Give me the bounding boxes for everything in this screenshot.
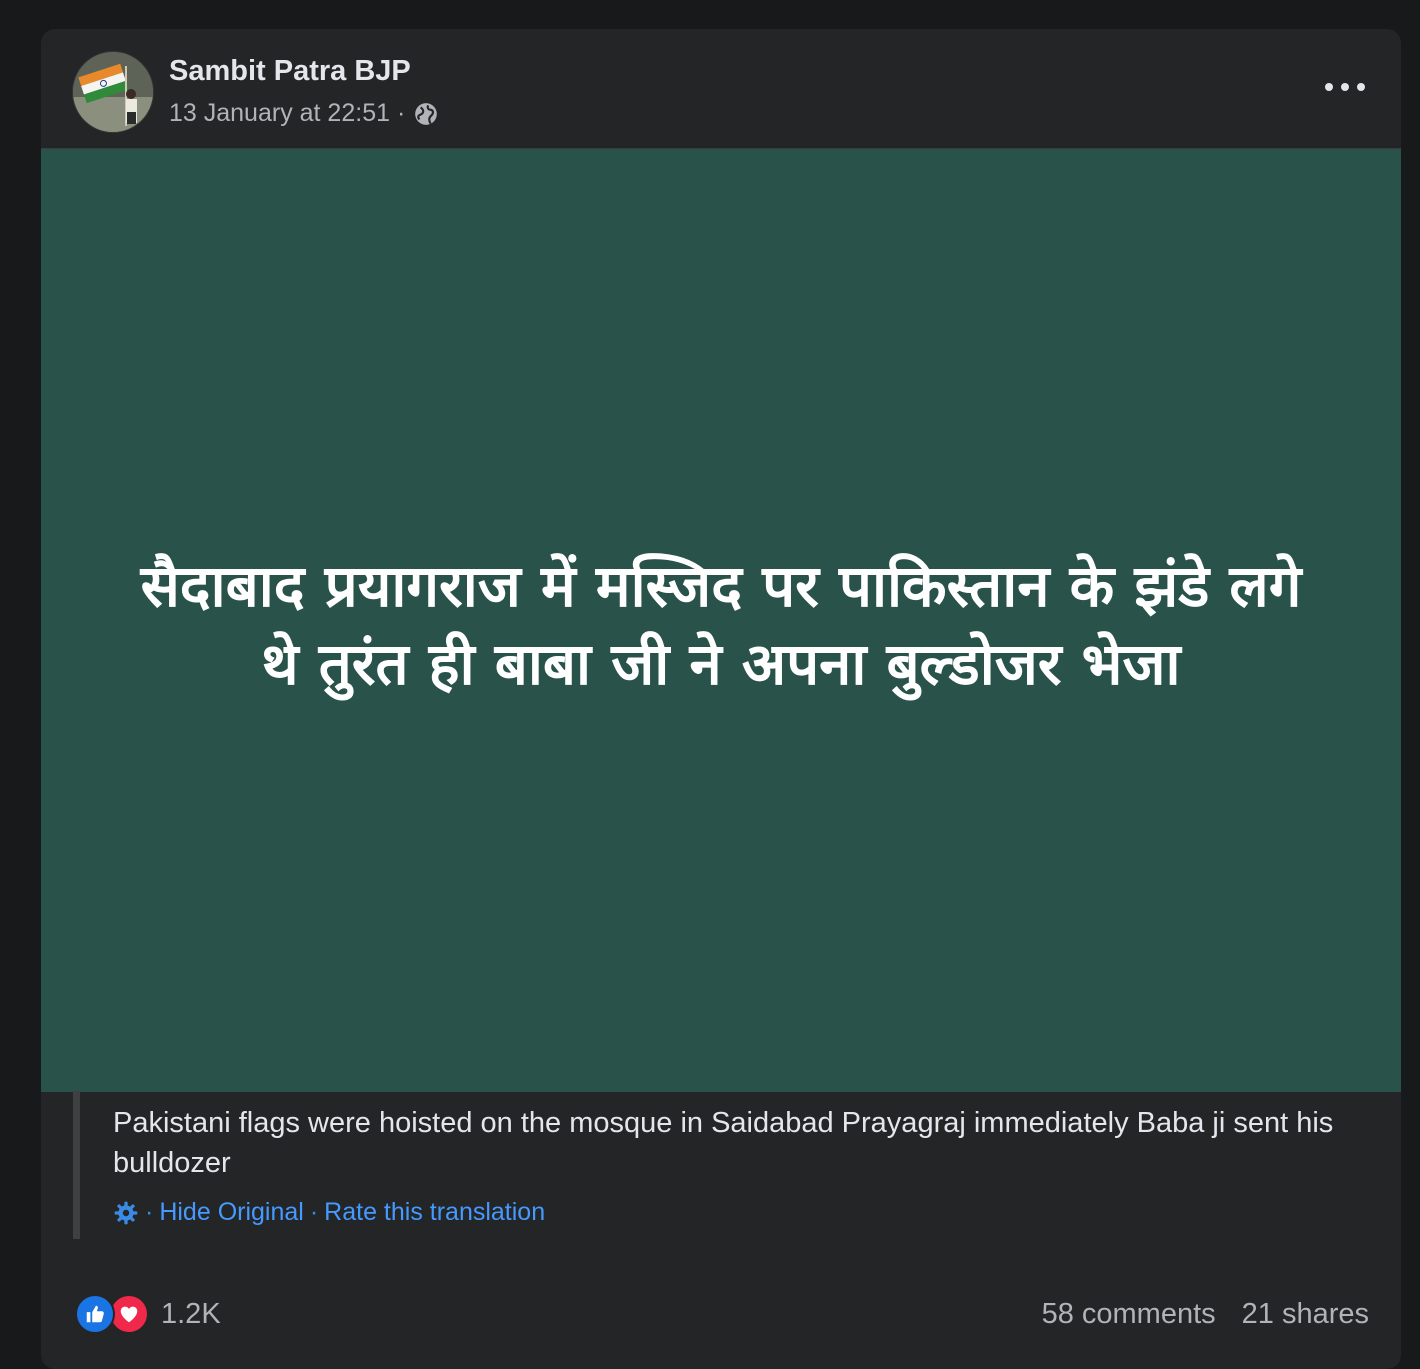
translation-block: Pakistani flags were hoisted on the mosq… (73, 1091, 1380, 1239)
post-header: Sambit Patra BJP 13 January at 22:51 · (41, 29, 1401, 148)
author-name[interactable]: Sambit Patra BJP (169, 55, 411, 88)
love-icon (109, 1294, 149, 1334)
translated-text: Pakistani flags were hoisted on the mosq… (113, 1107, 1334, 1179)
more-dot (1341, 83, 1349, 91)
post-image[interactable]: सैदाबाद प्रयागराज में मस्जिद पर पाकिस्ता… (41, 148, 1401, 1092)
like-icon (75, 1294, 115, 1334)
translation-links: · Hide Original · Rate this translation (113, 1198, 545, 1227)
rate-translation-link[interactable]: Rate this translation (324, 1198, 545, 1227)
post-footer: 1.2K 58 comments 21 shares (41, 1284, 1401, 1344)
post-timestamp[interactable]: 13 January at 22:51 · (169, 99, 405, 128)
comments-count[interactable]: 58 comments (1042, 1298, 1216, 1331)
link-separator: · (145, 1198, 154, 1226)
link-separator: · (309, 1198, 319, 1226)
globe-icon[interactable] (413, 101, 439, 127)
shares-count[interactable]: 21 shares (1242, 1298, 1369, 1331)
avatar-image (73, 52, 153, 132)
post-meta: 13 January at 22:51 · (169, 99, 439, 128)
more-options-icon[interactable] (1325, 75, 1365, 99)
image-text: सैदाबाद प्रयागराज में मस्जिद पर पाकिस्ता… (91, 547, 1351, 703)
author-avatar[interactable] (73, 52, 153, 132)
image-text-line-2: थे तुरंत ही बाबा जी ने अपना बुल्डोजर भेज… (261, 629, 1181, 698)
more-dot (1325, 83, 1333, 91)
reaction-count[interactable]: 1.2K (161, 1298, 221, 1331)
image-text-line-1: सैदाबाद प्रयागराज में मस्जिद पर पाकिस्ता… (140, 551, 1302, 620)
post-stats: 58 comments 21 shares (1042, 1298, 1369, 1331)
hide-original-link[interactable]: Hide Original (159, 1198, 304, 1227)
post-card: Sambit Patra BJP 13 January at 22:51 · स… (41, 29, 1401, 1369)
gear-icon[interactable] (113, 1200, 139, 1226)
more-dot (1357, 83, 1365, 91)
reactions-summary[interactable]: 1.2K (75, 1294, 221, 1334)
